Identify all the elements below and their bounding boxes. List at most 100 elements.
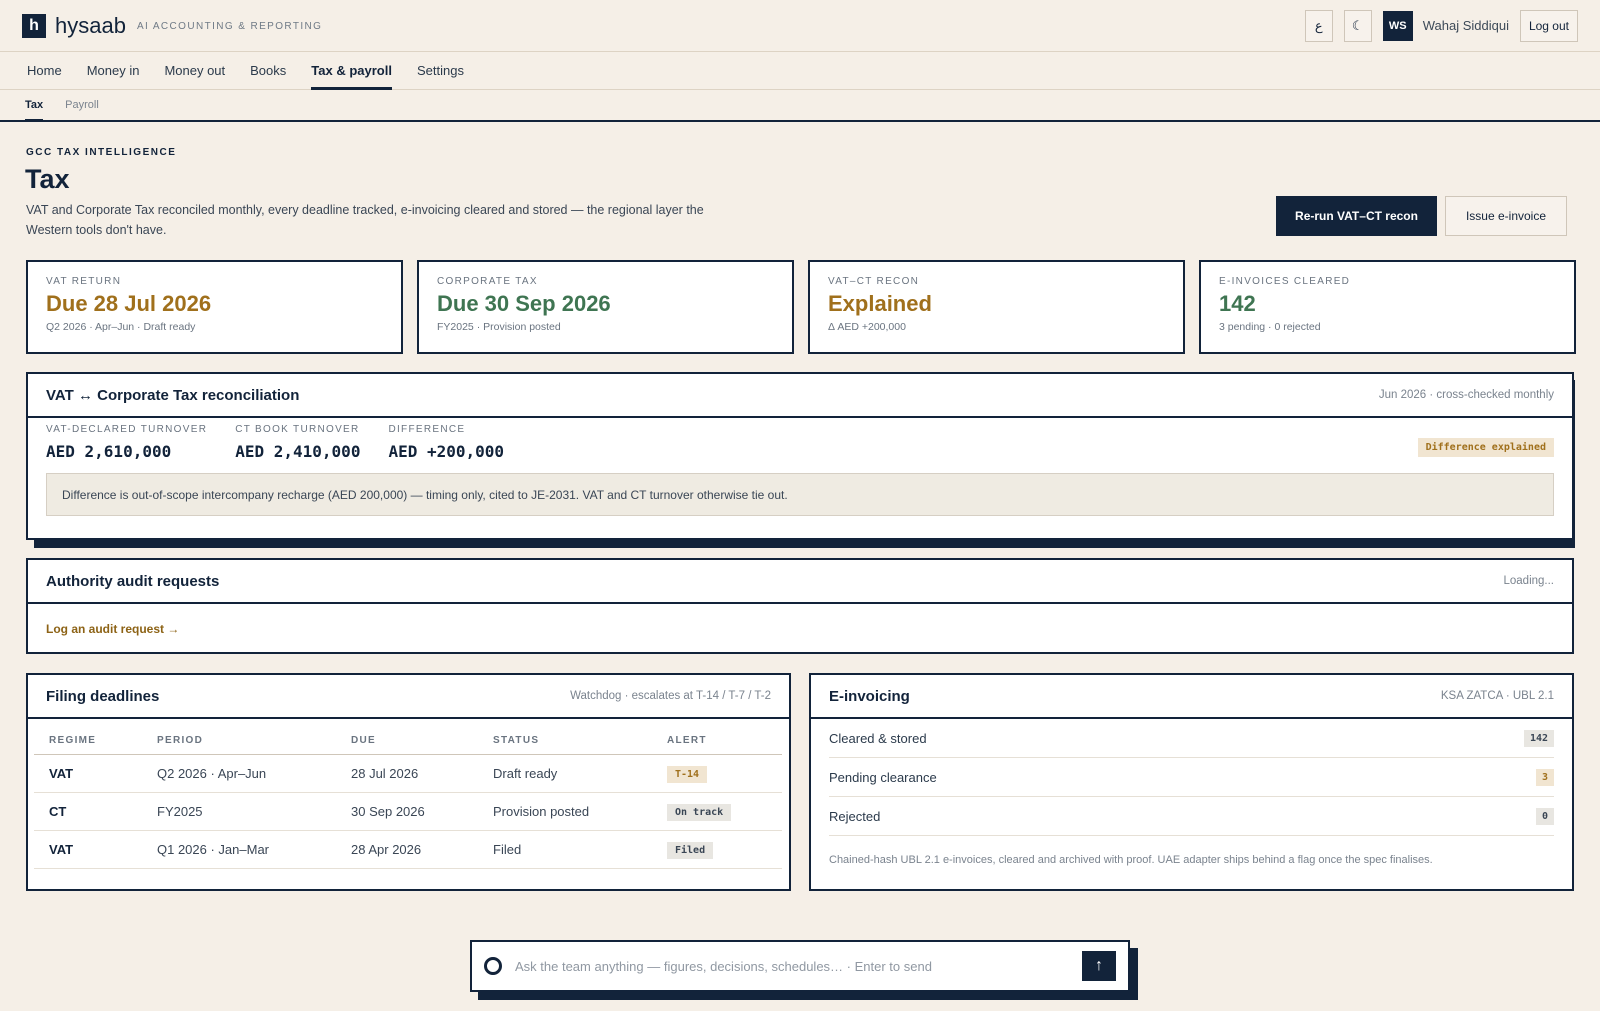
nav-item-tax-payroll[interactable]: Tax & payroll: [311, 52, 392, 90]
status-cell: Provision posted: [478, 792, 652, 831]
audit-loading-status: Loading...: [1503, 575, 1554, 587]
einvoicing-note: Chained-hash UBL 2.1 e-invoices, cleared…: [829, 854, 1433, 866]
brand-name[interactable]: hysaab: [55, 13, 126, 39]
alert-badge: On track: [667, 803, 732, 821]
einvoice-rejected-row[interactable]: Rejected 0: [829, 797, 1554, 836]
kpi-cards: VAT RETURN Due 28 Jul 2026 Q2 2026 · Apr…: [26, 260, 1576, 354]
alert-cell: T-14: [652, 754, 782, 793]
deadlines-table: REGIME PERIOD DUE STATUS ALERT VAT Q2 20…: [34, 729, 782, 869]
page-eyebrow: GCC TAX INTELLIGENCE: [26, 147, 177, 158]
period-cell: Q1 2026 · Jan–Mar: [142, 830, 336, 869]
column-header: STATUS: [478, 729, 652, 755]
rerun-recon-button[interactable]: Re-run VAT–CT recon: [1276, 196, 1437, 236]
alert-badge: T-14: [667, 765, 708, 783]
status-badge: Difference explained: [1417, 438, 1554, 457]
assistant-ring-icon: [484, 957, 502, 975]
ct-turnover-figure: CT BOOK TURNOVER AED 2,410,000: [235, 424, 360, 461]
table-header-row: REGIME PERIOD DUE STATUS ALERT: [34, 729, 782, 755]
send-button[interactable]: ↑: [1082, 951, 1116, 981]
status-cell: Draft ready: [478, 754, 652, 793]
page-title: Tax: [25, 164, 70, 194]
einvoice-pending-row[interactable]: Pending clearance 3: [829, 758, 1554, 797]
main-nav: Home Money in Money out Books Tax & payr…: [0, 52, 1600, 90]
kpi-sub: Q2 2026 · Apr–Jun · Draft ready: [46, 321, 196, 333]
avatar[interactable]: WS: [1382, 10, 1413, 41]
brand-tagline: AI ACCOUNTING & REPORTING: [136, 21, 323, 32]
einvoicing-panel-header: E-invoicing KSA ZATCA · UBL 2.1: [811, 675, 1572, 719]
sub-nav: Tax Payroll: [0, 90, 1600, 122]
deadlines-title: Filing deadlines: [46, 687, 160, 705]
column-header: REGIME: [34, 729, 142, 755]
recon-note: Difference is out-of-scope intercompany …: [46, 473, 1554, 516]
due-cell: 30 Sep 2026: [336, 792, 478, 831]
logout-button[interactable]: Log out: [1519, 9, 1578, 42]
log-audit-request-link[interactable]: Log an audit request →: [28, 604, 1572, 654]
filing-deadlines-panel: Filing deadlines Watchdog · escalates at…: [26, 673, 791, 891]
chat-bar: Ask the team anything — figures, decisio…: [470, 940, 1130, 992]
nav-item-money-in[interactable]: Money in: [87, 52, 140, 89]
row-label: Pending clearance: [829, 769, 937, 785]
period-cell: FY2025: [142, 792, 336, 831]
period-cell: Q2 2026 · Apr–Jun: [142, 754, 336, 793]
kpi-corporate-tax[interactable]: CORPORATE TAX Due 30 Sep 2026 FY2025 · P…: [417, 260, 794, 354]
kpi-label: E-INVOICES CLEARED: [1219, 276, 1351, 287]
kpi-value: Due 30 Sep 2026: [437, 291, 611, 316]
recon-title: VAT ↔ Corporate Tax reconciliation: [46, 386, 300, 404]
page-description: VAT and Corporate Tax reconciled monthly…: [26, 203, 704, 237]
table-row[interactable]: CT FY2025 30 Sep 2026 Provision posted O…: [34, 792, 782, 831]
chat-input[interactable]: Ask the team anything — figures, decisio…: [515, 959, 932, 974]
column-header: DUE: [336, 729, 478, 755]
difference-figure: DIFFERENCE AED +200,000: [388, 424, 504, 461]
audit-panel: Authority audit requests Loading... Log …: [26, 558, 1574, 654]
regime-cell: CT: [34, 792, 142, 831]
nav-item-home[interactable]: Home: [27, 52, 62, 89]
table-row[interactable]: VAT Q1 2026 · Jan–Mar 28 Apr 2026 Filed …: [34, 830, 782, 869]
kpi-label: VAT RETURN: [46, 276, 122, 287]
kpi-einvoices-cleared[interactable]: E-INVOICES CLEARED 142 3 pending · 0 rej…: [1199, 260, 1576, 354]
alert-badge: Filed: [667, 841, 714, 859]
user-name: Wahaj Siddiqui: [1422, 18, 1509, 33]
figure-value: AED 2,610,000: [46, 442, 172, 461]
kpi-label: CORPORATE TAX: [437, 276, 538, 287]
einvoicing-meta: KSA ZATCA · UBL 2.1: [1440, 690, 1554, 702]
recon-panel-header: VAT ↔ Corporate Tax reconciliation Jun 2…: [28, 374, 1572, 418]
top-bar: h hysaab AI ACCOUNTING & REPORTING ع ☾ W…: [0, 0, 1600, 52]
nav-item-money-out[interactable]: Money out: [164, 52, 225, 89]
issue-einvoice-button[interactable]: Issue e-invoice: [1445, 196, 1567, 236]
kpi-vat-return[interactable]: VAT RETURN Due 28 Jul 2026 Q2 2026 · Apr…: [26, 260, 403, 354]
due-cell: 28 Jul 2026: [336, 754, 478, 793]
alert-cell: Filed: [652, 830, 782, 869]
einvoicing-panel: E-invoicing KSA ZATCA · UBL 2.1 Cleared …: [809, 673, 1574, 891]
column-header: PERIOD: [142, 729, 336, 755]
due-cell: 28 Apr 2026: [336, 830, 478, 869]
kpi-label: VAT–CT RECON: [828, 276, 920, 287]
tab-payroll[interactable]: Payroll: [65, 90, 99, 120]
figure-value: AED 2,410,000: [235, 442, 361, 461]
kpi-vat-ct-recon[interactable]: VAT–CT RECON Explained Δ AED +200,000: [808, 260, 1185, 354]
audit-title: Authority audit requests: [46, 572, 220, 590]
kpi-value: 142: [1219, 291, 1256, 316]
alert-cell: On track: [652, 792, 782, 831]
figure-label: VAT-DECLARED TURNOVER: [46, 424, 208, 435]
einvoice-cleared-row[interactable]: Cleared & stored 142: [829, 719, 1554, 758]
count-badge: 142: [1523, 729, 1554, 747]
deadlines-panel-header: Filing deadlines Watchdog · escalates at…: [28, 675, 789, 719]
theme-toggle-icon[interactable]: ☾: [1343, 9, 1372, 42]
recon-panel: VAT ↔ Corporate Tax reconciliation Jun 2…: [26, 372, 1574, 540]
table-row[interactable]: VAT Q2 2026 · Apr–Jun 28 Jul 2026 Draft …: [34, 754, 782, 793]
kpi-value: Explained: [828, 291, 932, 316]
language-toggle-button[interactable]: ع: [1304, 9, 1333, 42]
figure-label: DIFFERENCE: [388, 424, 466, 435]
nav-item-books[interactable]: Books: [250, 52, 286, 89]
figure-label: CT BOOK TURNOVER: [235, 424, 360, 435]
row-label: Cleared & stored: [829, 730, 927, 746]
count-badge: 0: [1535, 807, 1554, 825]
logo-icon[interactable]: h: [22, 13, 46, 38]
nav-item-settings[interactable]: Settings: [417, 52, 464, 89]
tab-tax[interactable]: Tax: [25, 90, 44, 122]
einvoicing-title: E-invoicing: [829, 687, 910, 705]
deadlines-meta: Watchdog · escalates at T-14 / T-7 / T-2: [570, 690, 771, 702]
top-actions: ع ☾ WS Wahaj Siddiqui Log out: [1304, 9, 1578, 42]
kpi-value: Due 28 Jul 2026: [46, 291, 212, 316]
regime-cell: VAT: [34, 830, 142, 869]
